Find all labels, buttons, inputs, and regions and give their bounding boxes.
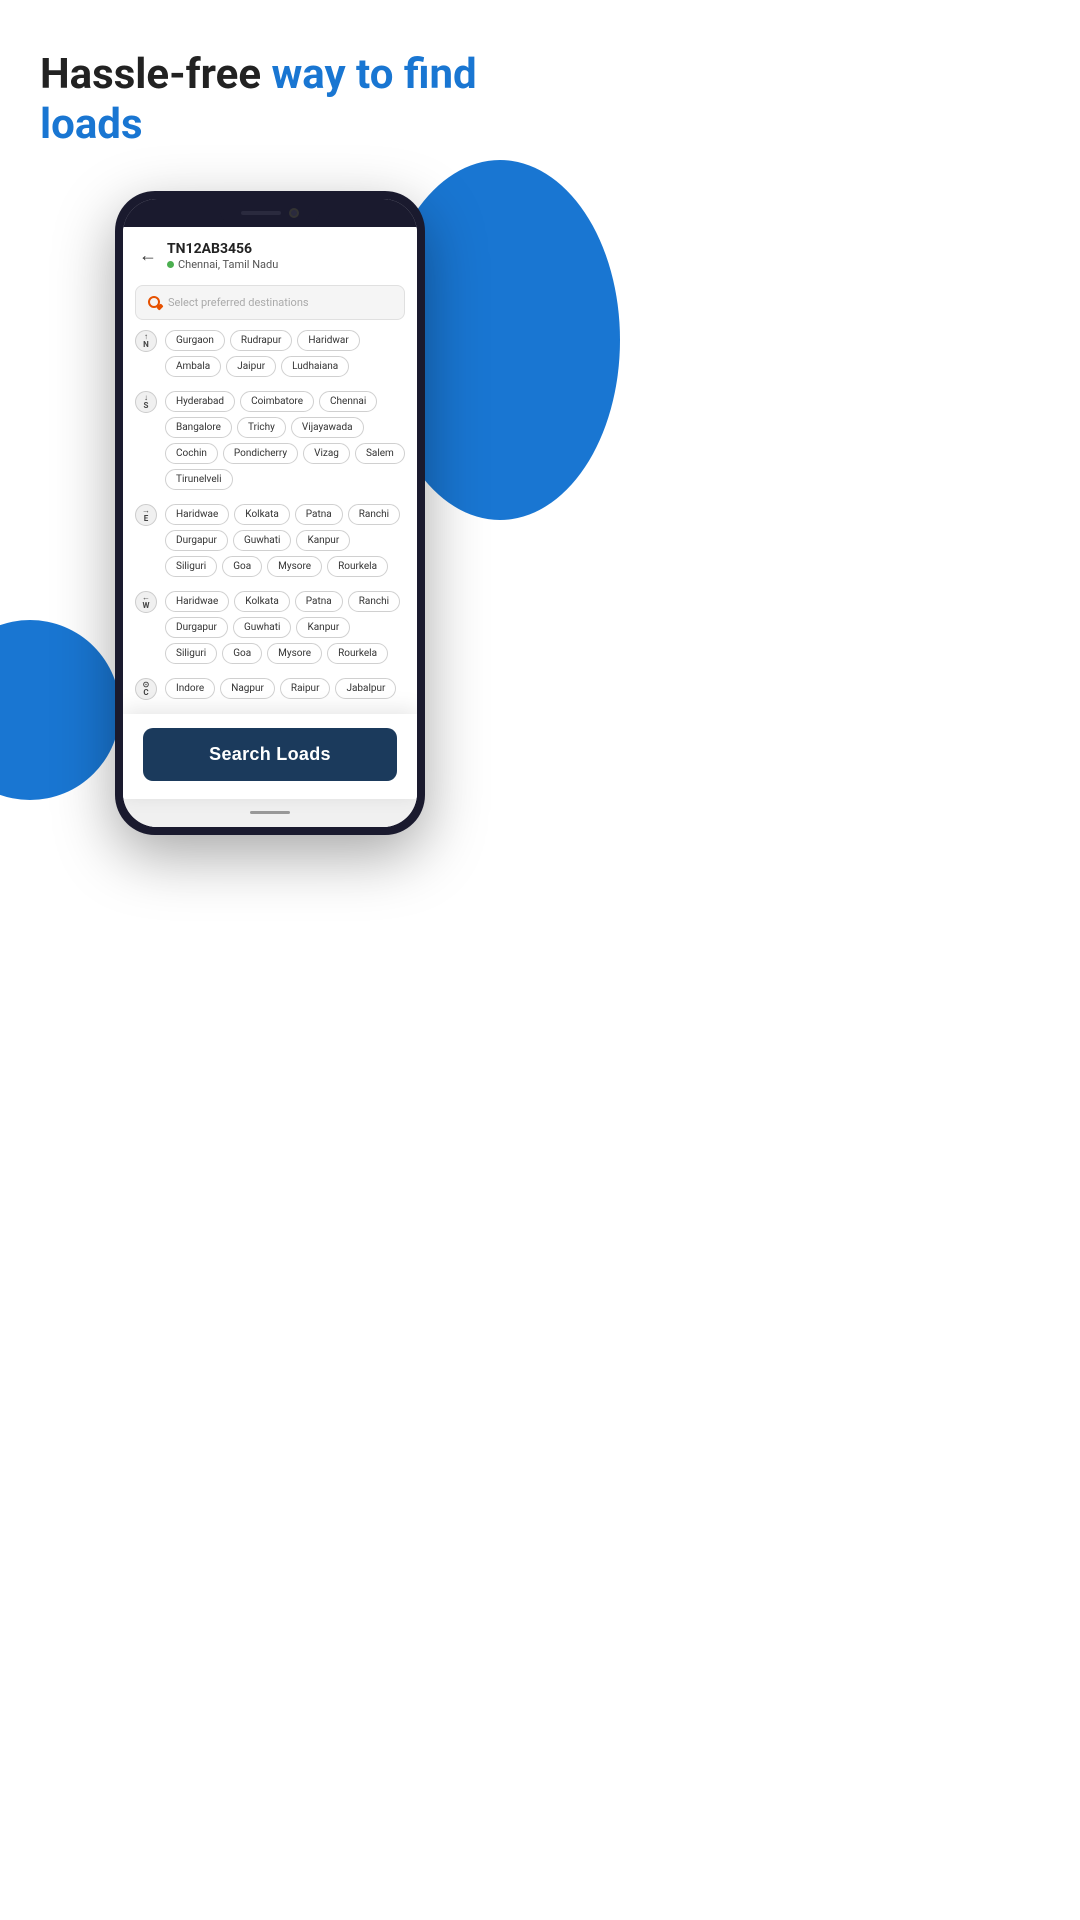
truck-location: Chennai, Tamil Nadu [167,258,278,271]
west-label: W [143,602,150,610]
direction-west: ← W Haridwae Kolkata Patna Ranchi Durgap… [135,591,405,664]
tag-hyderabad[interactable]: Hyderabad [165,391,235,412]
tag-siliguri-e[interactable]: Siliguri [165,556,217,577]
tag-coimbatore[interactable]: Coimbatore [240,391,314,412]
notch-camera [289,208,299,218]
tag-rourkela-w[interactable]: Rourkela [327,643,388,664]
phone-mockup-wrapper: ← TN12AB3456 Chennai, Tamil Nadu Select … [0,191,540,855]
central-tags: Indore Nagpur Raipur Jabalpur [165,678,405,699]
tag-durgapur-e[interactable]: Durgapur [165,530,228,551]
direction-south-header: ↓ S Hyderabad Coimbatore Chennai Bangalo… [135,391,405,490]
tag-guwhati-w[interactable]: Guwhati [233,617,292,638]
direction-south: ↓ S Hyderabad Coimbatore Chennai Bangalo… [135,391,405,490]
tag-mysore-e[interactable]: Mysore [267,556,322,577]
tag-raipur[interactable]: Raipur [280,678,331,699]
tag-ranchi-w[interactable]: Ranchi [348,591,400,612]
truck-info: TN12AB3456 Chennai, Tamil Nadu [167,241,278,271]
direction-central-header: ⊙ C Indore Nagpur Raipur Jabalpur [135,678,405,700]
tag-indore[interactable]: Indore [165,678,215,699]
north-tags: Gurgaon Rudrapur Haridwar Ambala Jaipur … [165,330,405,377]
tag-kanpur-e[interactable]: Kanpur [296,530,350,551]
directions-container: ↑ N Gurgaon Rudrapur Haridwar Ambala Jai… [123,330,417,714]
truck-id: TN12AB3456 [167,241,278,257]
tag-rourkela-e[interactable]: Rourkela [327,556,388,577]
tag-kanpur-w[interactable]: Kanpur [296,617,350,638]
tag-kolkata-e[interactable]: Kolkata [234,504,290,525]
search-loads-section: Search Loads [123,714,417,799]
search-loads-button[interactable]: Search Loads [143,728,397,781]
tag-jaipur[interactable]: Jaipur [226,356,276,377]
tag-cochin[interactable]: Cochin [165,443,218,464]
west-tags: Haridwae Kolkata Patna Ranchi Durgapur G… [165,591,405,664]
tag-pondicherry[interactable]: Pondicherry [223,443,298,464]
direction-central: ⊙ C Indore Nagpur Raipur Jabalpur [135,678,405,700]
notch-cutout [220,202,320,224]
tag-mysore-w[interactable]: Mysore [267,643,322,664]
tag-patna-w[interactable]: Patna [295,591,343,612]
tag-nagpur[interactable]: Nagpur [220,678,275,699]
tag-rudrapur[interactable]: Rudrapur [230,330,292,351]
truck-location-text: Chennai, Tamil Nadu [178,258,278,271]
tag-siliguri-w[interactable]: Siliguri [165,643,217,664]
hero-title-blue-1: way to find [271,50,476,99]
tag-jabalpur[interactable]: Jabalpur [335,678,396,699]
north-badge: ↑ N [135,330,157,352]
hero-title: Hassle-free way to find loads [40,50,500,151]
phone-device: ← TN12AB3456 Chennai, Tamil Nadu Select … [115,191,425,835]
hero-title-blue-2: loads [40,100,143,149]
tag-haridwar[interactable]: Haridwar [297,330,359,351]
tag-guwhati-e[interactable]: Guwhati [233,530,292,551]
phone-bottom-bar [123,799,417,827]
tag-trichy[interactable]: Trichy [237,417,286,438]
tag-ludhaiana[interactable]: Ludhaiana [281,356,349,377]
location-icon [148,296,160,308]
tag-haridwae-e[interactable]: Haridwae [165,504,229,525]
tag-ranchi-e[interactable]: Ranchi [348,504,400,525]
online-indicator [167,261,174,268]
central-label: C [143,689,148,697]
tag-chennai[interactable]: Chennai [319,391,377,412]
tag-salem[interactable]: Salem [355,443,405,464]
phone-notch [123,199,417,227]
notch-speaker [241,211,281,215]
central-badge: ⊙ C [135,678,157,700]
tag-bangalore[interactable]: Bangalore [165,417,232,438]
tag-vizag[interactable]: Vizag [303,443,350,464]
destination-search-bar[interactable]: Select preferred destinations [135,285,405,320]
tag-goa-e[interactable]: Goa [222,556,262,577]
east-badge: → E [135,504,157,526]
app-header: ← TN12AB3456 Chennai, Tamil Nadu [123,227,417,281]
hero-section: Hassle-free way to find loads [0,0,540,171]
tag-durgapur-w[interactable]: Durgapur [165,617,228,638]
app-content: ← TN12AB3456 Chennai, Tamil Nadu Select … [123,227,417,827]
south-tags: Hyderabad Coimbatore Chennai Bangalore T… [165,391,405,490]
phone-screen: ← TN12AB3456 Chennai, Tamil Nadu Select … [123,199,417,827]
tag-kolkata-w[interactable]: Kolkata [234,591,290,612]
east-tags: Haridwae Kolkata Patna Ranchi Durgapur G… [165,504,405,577]
tag-patna-e[interactable]: Patna [295,504,343,525]
back-button[interactable]: ← [139,245,157,266]
south-label: S [144,402,149,410]
tag-vijayawada[interactable]: Vijayawada [291,417,364,438]
north-label: N [143,341,149,349]
tag-gurgaon[interactable]: Gurgaon [165,330,225,351]
search-placeholder-text: Select preferred destinations [168,296,309,309]
tag-tirunelveli[interactable]: Tirunelveli [165,469,233,490]
tag-goa-w[interactable]: Goa [222,643,262,664]
south-badge: ↓ S [135,391,157,413]
direction-east: → E Haridwae Kolkata Patna Ranchi Durgap… [135,504,405,577]
tag-ambala[interactable]: Ambala [165,356,221,377]
direction-north: ↑ N Gurgaon Rudrapur Haridwar Ambala Jai… [135,330,405,377]
east-label: E [144,515,149,523]
direction-north-header: ↑ N Gurgaon Rudrapur Haridwar Ambala Jai… [135,330,405,377]
direction-west-header: ← W Haridwae Kolkata Patna Ranchi Durgap… [135,591,405,664]
west-badge: ← W [135,591,157,613]
hero-title-black: Hassle-free [40,50,271,99]
home-indicator [250,811,290,814]
tag-haridwae-w[interactable]: Haridwae [165,591,229,612]
direction-east-header: → E Haridwae Kolkata Patna Ranchi Durgap… [135,504,405,577]
